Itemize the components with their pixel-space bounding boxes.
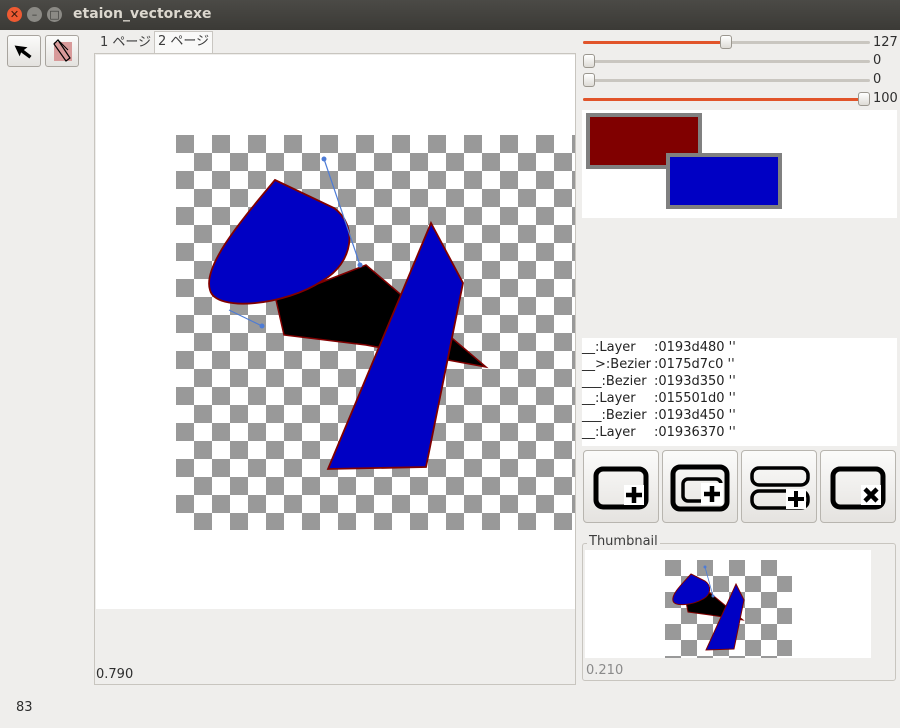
thumbnail-zoom-value: 0.210 bbox=[586, 663, 624, 678]
title-bar: ✕ – □ etaion_vector.exe bbox=[0, 0, 900, 30]
add-layer-button[interactable] bbox=[583, 450, 659, 523]
layer-name: __:Layer bbox=[582, 340, 636, 355]
minimize-window-button[interactable]: – bbox=[27, 7, 42, 22]
slider-1[interactable] bbox=[583, 35, 870, 49]
layer-name: __:Layer bbox=[582, 391, 636, 406]
add-child-layer-icon bbox=[670, 464, 730, 512]
canvas-zoom-value: 0.790 bbox=[96, 667, 134, 682]
window-title: etaion_vector.exe bbox=[73, 6, 212, 22]
slider-2-handle[interactable] bbox=[583, 54, 595, 68]
drawing-svg[interactable] bbox=[96, 55, 575, 609]
add-sibling-layer-button[interactable] bbox=[741, 450, 817, 523]
tab-page-2[interactable]: 2 ページ bbox=[154, 31, 214, 54]
status-value: 83 bbox=[16, 700, 33, 715]
tab-page-1[interactable]: 1 ページ bbox=[97, 33, 154, 53]
thumbnail-svg bbox=[665, 560, 792, 658]
delete-layer-button[interactable] bbox=[820, 450, 896, 523]
layer-name: __>:Bezier bbox=[582, 357, 651, 372]
slider-2-value: 0 bbox=[873, 53, 882, 68]
slider-2[interactable] bbox=[583, 54, 870, 68]
add-layer-icon bbox=[593, 466, 649, 510]
drawing-canvas[interactable] bbox=[96, 55, 575, 609]
slider-3-value: 0 bbox=[873, 72, 882, 87]
bezier-handle-point[interactable] bbox=[357, 262, 363, 268]
maximize-window-button[interactable]: □ bbox=[47, 7, 62, 22]
layer-address: :0193d450 '' bbox=[654, 408, 736, 423]
slider-4-value: 100 bbox=[873, 91, 898, 106]
layer-address: :01936370 '' bbox=[654, 425, 736, 440]
slider-1-value: 127 bbox=[873, 35, 898, 50]
arrow-pointer-icon bbox=[14, 45, 32, 59]
slider-4-handle[interactable] bbox=[858, 92, 870, 106]
layer-name: ___:Bezier bbox=[582, 408, 647, 423]
fill-color-swatch[interactable] bbox=[666, 153, 782, 209]
bezier-handle-point[interactable] bbox=[321, 156, 327, 162]
bezier-handle-point[interactable] bbox=[259, 323, 265, 329]
slider-1-fill bbox=[583, 41, 726, 44]
slider-4-fill bbox=[583, 98, 864, 101]
arrow-tool-button[interactable] bbox=[7, 35, 41, 67]
add-child-layer-button[interactable] bbox=[662, 450, 738, 523]
thumbnail-label: Thumbnail bbox=[587, 534, 660, 549]
slider-3-handle[interactable] bbox=[583, 73, 595, 87]
close-window-button[interactable]: ✕ bbox=[7, 7, 22, 22]
slider-3[interactable] bbox=[583, 73, 870, 87]
layer-name: ___:Bezier bbox=[582, 374, 647, 389]
layer-address: :015501d0 '' bbox=[654, 391, 736, 406]
thumbnail-view[interactable] bbox=[585, 550, 871, 658]
add-sibling-layer-icon bbox=[750, 466, 810, 510]
layer-address: :0175d7c0 '' bbox=[654, 357, 735, 372]
layer-list[interactable]: __:Layer :0193d480 '' __>:Bezier:0175d7c0… bbox=[582, 338, 897, 446]
layer-address: :0193d480 '' bbox=[654, 340, 736, 355]
layer-name: __:Layer bbox=[582, 425, 636, 440]
slider-1-handle[interactable] bbox=[719, 35, 732, 49]
bezier-tool-button[interactable] bbox=[45, 35, 79, 67]
layer-address: :0193d350 '' bbox=[654, 374, 736, 389]
bezier-curve-icon bbox=[53, 39, 72, 62]
delete-layer-icon bbox=[830, 466, 886, 510]
color-pane bbox=[582, 110, 897, 218]
slider-4[interactable] bbox=[583, 92, 870, 106]
